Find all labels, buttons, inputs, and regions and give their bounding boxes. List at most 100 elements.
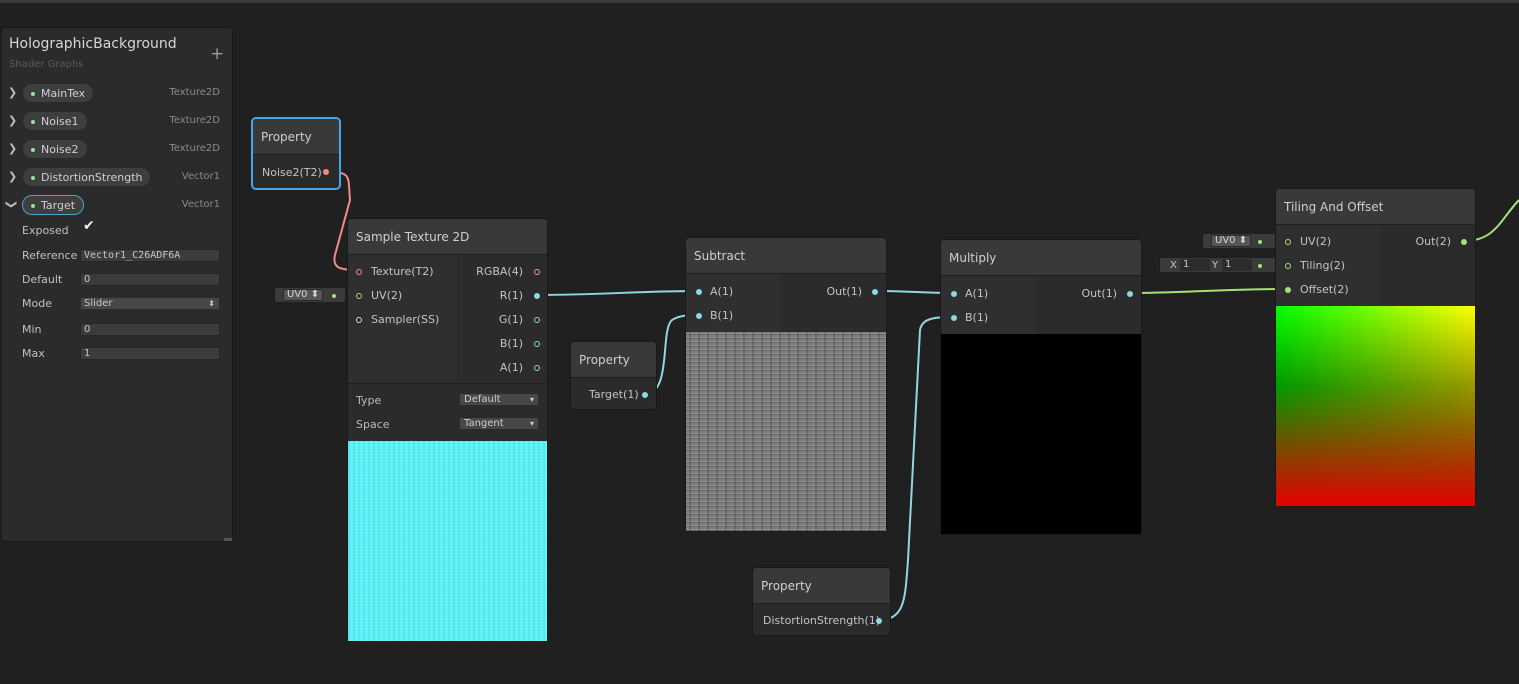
reference-label: Reference: [22, 249, 78, 262]
input-port-label: B(1): [965, 311, 989, 324]
node-property-noise2[interactable]: Property Noise2(T2): [252, 118, 340, 189]
input-port-dot[interactable]: [696, 313, 702, 319]
input-port-dot[interactable]: [951, 291, 957, 297]
output-port-label: R(1): [499, 289, 523, 302]
output-port-label: A(1): [499, 361, 523, 374]
resize-handle[interactable]: [224, 538, 232, 541]
input-port-dot[interactable]: [1285, 263, 1291, 269]
port-dot-icon: [31, 176, 35, 180]
input-port-label: UV(2): [371, 289, 403, 302]
tiling-y-field[interactable]: 1: [1222, 259, 1252, 271]
min-label: Min: [22, 323, 42, 336]
output-port-dot[interactable]: [642, 392, 648, 398]
divider: [348, 383, 547, 384]
uv-channel-dropdown[interactable]: UV0 ⬍: [283, 289, 324, 301]
node-title: Multiply: [941, 240, 1141, 276]
wire-multiply-to-offset: [1128, 288, 1288, 294]
node-title: Sample Texture 2D: [348, 219, 547, 255]
exposed-checkbox[interactable]: ✔: [83, 219, 95, 233]
output-port-dot[interactable]: [534, 293, 540, 299]
output-port-dot[interactable]: [876, 618, 882, 624]
input-port-dot[interactable]: [356, 293, 362, 299]
property-row-noise1: ❯ Noise1 Texture2D: [2, 111, 232, 133]
max-label: Max: [22, 347, 45, 360]
output-port-dot[interactable]: [534, 317, 540, 323]
node-title: Tiling And Offset: [1276, 189, 1475, 225]
node-tiling-and-offset[interactable]: Tiling And Offset UV(2) Tiling(2) Offset…: [1275, 188, 1476, 507]
node-subtract[interactable]: Subtract A(1) B(1) Out(1): [685, 237, 887, 532]
tiling-x-field[interactable]: 1: [1180, 259, 1210, 271]
uv-input-stub: UV0 ⬍: [274, 287, 346, 303]
input-port-dot[interactable]: [951, 315, 957, 321]
input-port-dot[interactable]: [696, 289, 702, 295]
space-dropdown[interactable]: Tangent: [459, 417, 539, 430]
port-dot-icon: [31, 120, 35, 124]
max-field[interactable]: 1: [80, 347, 220, 360]
tiling-x-label: X: [1170, 260, 1177, 271]
port-dot-icon: [332, 294, 336, 298]
output-port-dot[interactable]: [534, 341, 540, 347]
output-port-label: Out(1): [1081, 287, 1117, 300]
chevron-right-icon[interactable]: ❯: [8, 170, 17, 183]
input-area: [686, 274, 781, 332]
chevron-down-icon[interactable]: ❯: [5, 200, 18, 209]
input-port-label: B(1): [710, 309, 734, 322]
output-port-dot[interactable]: [872, 289, 878, 295]
wire-r-to-subtract-a: [536, 290, 699, 296]
tiling-input-stub: X 1 Y 1: [1159, 257, 1276, 273]
output-port-label: G(1): [498, 313, 523, 326]
add-property-button[interactable]: +: [210, 44, 224, 64]
node-property-target[interactable]: Property Target(1): [570, 341, 657, 410]
tiling-y-label: Y: [1212, 260, 1219, 271]
uv-input-stub: UV0 ⬍: [1202, 233, 1276, 249]
property-pill-distortionstrength[interactable]: DistortionStrength: [22, 167, 152, 187]
property-type: Texture2D: [169, 87, 220, 98]
type-dropdown[interactable]: Default: [459, 393, 539, 406]
window-top-edge: [0, 0, 1519, 3]
chevron-right-icon[interactable]: ❯: [8, 114, 17, 127]
property-pill-maintex[interactable]: MainTex: [22, 83, 95, 103]
property-pill-target[interactable]: Target: [22, 195, 85, 215]
output-port-dot[interactable]: [323, 169, 329, 175]
input-port-label: Offset(2): [1300, 283, 1349, 296]
default-field[interactable]: 0: [80, 273, 220, 286]
chevron-right-icon[interactable]: ❯: [8, 86, 17, 99]
blackboard-subtitle: Shader Graphs: [9, 59, 84, 70]
output-port-dot[interactable]: [534, 365, 540, 371]
output-port-dot[interactable]: [1127, 291, 1133, 297]
input-port-dot[interactable]: [1285, 287, 1291, 293]
port-dot-icon: [31, 92, 35, 96]
min-field[interactable]: 0: [80, 323, 220, 336]
node-title: Subtract: [686, 238, 886, 274]
port-dot-icon: [1258, 264, 1262, 268]
input-port-label: Sampler(SS): [371, 313, 440, 326]
input-port-dot[interactable]: [356, 269, 362, 275]
node-multiply[interactable]: Multiply A(1) B(1) Out(1): [940, 239, 1142, 535]
node-property-distortionstrength[interactable]: Property DistortionStrength(1): [752, 567, 891, 636]
input-port-label: Tiling(2): [1300, 259, 1346, 272]
property-pill-noise1[interactable]: Noise1: [22, 111, 88, 131]
property-row-maintex: ❯ MainTex Texture2D: [2, 83, 232, 105]
output-port-label: B(1): [499, 337, 523, 350]
port-dot-icon: [1258, 240, 1262, 244]
input-port-dot[interactable]: [356, 317, 362, 323]
uv-preview: [1276, 306, 1475, 506]
input-port-dot[interactable]: [1285, 239, 1291, 245]
input-port-label: A(1): [710, 285, 734, 298]
output-port-dot[interactable]: [1461, 239, 1467, 245]
subtract-preview: [686, 332, 886, 531]
property-type: Vector1: [181, 199, 220, 210]
uv-channel-dropdown[interactable]: UV0 ⬍: [1211, 235, 1252, 247]
reference-field[interactable]: Vector1_C26ADF6A: [80, 249, 220, 262]
property-type: Texture2D: [169, 143, 220, 154]
property-pill-noise2[interactable]: Noise2: [22, 139, 88, 159]
texture-preview: [348, 441, 547, 641]
chevron-right-icon[interactable]: ❯: [8, 142, 17, 155]
output-port-dot[interactable]: [534, 269, 540, 275]
type-label: Type: [356, 394, 382, 407]
node-title: Property: [253, 119, 339, 155]
property-type: Vector1: [181, 171, 220, 182]
property-row-noise2: ❯ Noise2 Texture2D: [2, 139, 232, 161]
mode-dropdown[interactable]: Slider: [80, 297, 220, 310]
node-sample-texture-2d[interactable]: Sample Texture 2D Texture(T2) UV(2) Samp…: [347, 218, 548, 642]
